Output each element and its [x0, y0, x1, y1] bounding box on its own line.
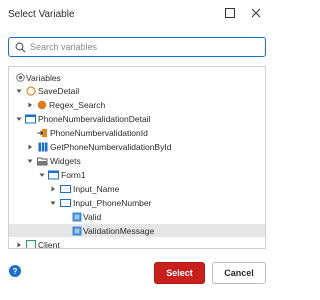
collapse-arrow-icon[interactable] [38, 171, 46, 179]
help-icon[interactable]: ? [9, 265, 21, 277]
root-icon [15, 72, 26, 83]
tree-node-phonenumbervalidationdetail[interactable]: PhoneNumbervalidationDetail [9, 112, 265, 125]
variable-icon [36, 99, 47, 110]
tree-node-savedetail[interactable]: SaveDetail [9, 84, 265, 97]
tree-node-widgets[interactable]: Widgets [9, 154, 265, 167]
tree-node-label: SaveDetail [38, 85, 80, 96]
folder-open-icon [37, 155, 48, 166]
collapse-arrow-icon[interactable] [15, 115, 23, 123]
tree-node-label: Input_PhoneNumber [73, 197, 152, 208]
dialog-titlebar: Select Variable [0, 0, 275, 28]
tree-node-label: ValidationMessage [83, 225, 155, 236]
close-icon [251, 8, 261, 18]
search-input[interactable] [30, 42, 260, 52]
tree-node-phonenumbervalidationid[interactable]: PhoneNumbervalidationId [9, 126, 265, 139]
collapse-arrow-icon[interactable] [26, 157, 34, 165]
search-box[interactable] [8, 37, 266, 57]
action-icon [25, 85, 36, 96]
tree-node-regex-search[interactable]: Regex_Search [9, 98, 265, 111]
maximize-icon [225, 8, 235, 18]
tree-node-label: Regex_Search [49, 99, 106, 110]
input-widget-icon [60, 183, 71, 194]
tree-node-label: Valid [83, 211, 102, 222]
expand-arrow-icon[interactable] [26, 101, 34, 109]
runtime-property-icon [71, 211, 82, 222]
cancel-button[interactable]: Cancel [212, 262, 266, 284]
tree-node-input-name[interactable]: Input_Name [9, 182, 265, 195]
expand-arrow-icon[interactable] [26, 143, 34, 151]
tree-node-label: Form1 [61, 169, 86, 180]
tree-node-label: Widgets [50, 155, 81, 166]
runtime-property-icon [71, 225, 82, 236]
expand-arrow-icon[interactable] [15, 241, 23, 249]
tree-node-client[interactable]: Client [9, 238, 265, 249]
tree-node-valid[interactable]: Valid [9, 210, 265, 223]
tree-node-label: Variables [26, 72, 61, 83]
variable-tree[interactable]: Variables SaveDetail Regex_Search PhoneN… [8, 66, 266, 249]
tree-node-label: GetPhoneNumbervalidationById [50, 141, 172, 152]
tree-node-label: PhoneNumbervalidationId [50, 127, 148, 138]
input-widget-icon [60, 197, 71, 208]
select-variable-dialog: Select Variable Variables [0, 0, 275, 300]
input-parameter-icon [37, 127, 48, 138]
maximize-button[interactable] [220, 4, 240, 22]
tree-node-form1[interactable]: Form1 [9, 168, 265, 181]
dialog-title: Select Variable [8, 9, 75, 20]
tree-node-getphonenumbervalidationbyid[interactable]: GetPhoneNumbervalidationById [9, 140, 265, 153]
tree-node-label: Input_Name [73, 183, 120, 194]
tree-node-validationmessage[interactable]: ValidationMessage [9, 224, 265, 237]
expand-arrow-icon[interactable] [49, 185, 57, 193]
aggregate-icon [37, 141, 48, 152]
collapse-arrow-icon[interactable] [15, 87, 23, 95]
tree-node-variables[interactable]: Variables [9, 71, 265, 84]
search-icon [13, 40, 27, 54]
tree-node-input-phonenumber[interactable]: Input_PhoneNumber [9, 196, 265, 209]
collapse-arrow-icon[interactable] [49, 199, 57, 207]
tree-node-label: Client [38, 239, 60, 249]
close-button[interactable] [246, 4, 266, 22]
select-button[interactable]: Select [154, 262, 205, 284]
screen-icon [25, 113, 36, 124]
form-icon [48, 169, 59, 180]
client-icon [25, 239, 36, 248]
tree-node-label: PhoneNumbervalidationDetail [38, 113, 151, 124]
